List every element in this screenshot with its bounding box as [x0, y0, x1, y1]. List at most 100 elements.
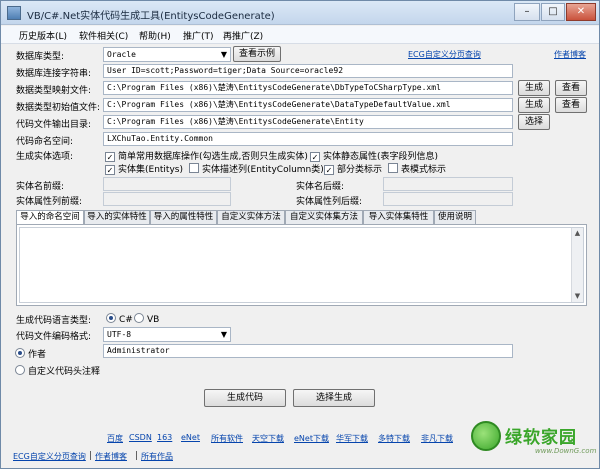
view-example-button[interactable]: 查看示例 [233, 46, 281, 62]
footer-link-feifan-download[interactable]: 非凡下载 [421, 433, 453, 444]
footer-link-sky-download[interactable]: 天空下载 [252, 433, 284, 444]
db-type-select[interactable]: Oracle ▼ [103, 47, 231, 62]
prop-prefix-input[interactable] [103, 192, 231, 206]
tab-panel: ▲ ▼ [16, 224, 587, 306]
menu-bar: 历史版本(L) 软件相关(C) 帮助(H) 推广(T) 再推广(Z) [1, 26, 599, 44]
checkbox-checked-icon: ✓ [105, 152, 115, 162]
encoding-value: UTF-8 [107, 330, 132, 339]
conn-string-label: 数据库连接字符串: [16, 69, 92, 79]
footer-link-huajun-download[interactable]: 华军下载 [336, 433, 368, 444]
close-button[interactable]: ✕ [566, 3, 596, 21]
scroll-up-icon[interactable]: ▲ [572, 228, 583, 239]
status-separator: | [89, 451, 93, 461]
window-title: VB/C#.Net实体代码生成工具(EntitysCodeGenerate) [27, 11, 275, 22]
checkbox-unchecked-icon [388, 163, 398, 173]
option-entity-column[interactable]: 实体描述列(EntityColumn类) [189, 162, 324, 175]
footer-link-all-software[interactable]: 所有软件 [211, 433, 243, 444]
app-icon [7, 6, 21, 20]
radio-selected-icon [15, 348, 25, 358]
status-link-ecg[interactable]: ECG自定义分页查询 [13, 451, 86, 462]
tab-imported-namespaces[interactable]: 导入的命名空间 [16, 210, 84, 225]
entity-suffix-input[interactable] [383, 177, 513, 191]
minimize-button[interactable]: – [514, 3, 540, 21]
watermark: 绿软家园 www.DownG.com [471, 419, 596, 459]
tab-imported-prop-attrs[interactable]: 导入的属性特性 [150, 210, 217, 224]
custom-header-radio[interactable]: 自定义代码头注释 [15, 364, 100, 377]
author-blog-link[interactable]: 作者博客 [554, 49, 586, 60]
scroll-down-icon[interactable]: ▼ [572, 291, 583, 302]
entity-suffix-label: 实体名后缀: [296, 182, 345, 192]
status-link-all-works[interactable]: 所有作品 [141, 451, 173, 462]
namespace-label: 代码命名空间: [16, 137, 74, 147]
output-dir-select-button[interactable]: 选择 [518, 114, 550, 130]
init-value-generate-button[interactable]: 生成 [518, 97, 550, 113]
author-radio[interactable]: 作者 [15, 347, 46, 360]
tab-custom-entity-methods[interactable]: 自定义实体方法 [217, 210, 285, 224]
checkbox-unchecked-icon [189, 163, 199, 173]
tab-imported-entity-attrs[interactable]: 导入的实体特性 [84, 210, 150, 224]
option-partial-class[interactable]: ✓ 部分类标示 [324, 162, 382, 175]
db-type-label: 数据库类型: [16, 52, 65, 62]
menu-promote[interactable]: 推广(T) [183, 29, 214, 42]
namespaces-textarea[interactable]: ▲ ▼ [19, 227, 584, 303]
options-label: 生成实体选项: [16, 152, 74, 162]
radio-unselected-icon [15, 365, 25, 375]
lang-csharp-radio[interactable]: C# [106, 313, 133, 325]
conn-string-input[interactable]: User ID=scott;Password=tiger;Data Source… [103, 64, 513, 78]
menu-software[interactable]: 软件相关(C) [79, 29, 128, 42]
option-entitys[interactable]: ✓ 实体集(Entitys) [105, 162, 183, 175]
status-separator: | [135, 451, 139, 461]
menu-help[interactable]: 帮助(H) [139, 29, 171, 42]
tab-usage[interactable]: 使用说明 [434, 210, 476, 224]
maximize-button[interactable]: □ [541, 3, 565, 21]
init-value-input[interactable]: C:\Program Files (x86)\楚涛\EntitysCodeGen… [103, 98, 513, 112]
lang-label: 生成代码语言类型: [16, 316, 92, 326]
footer-link-enet[interactable]: eNet [181, 433, 200, 442]
footer-link-enet-download[interactable]: eNet下载 [294, 433, 329, 444]
output-dir-label: 代码文件输出目录: [16, 120, 92, 130]
init-value-view-button[interactable]: 查看 [555, 97, 587, 113]
radio-unselected-icon [134, 313, 144, 323]
select-generate-button[interactable]: 选择生成 [293, 389, 375, 407]
menu-promote-again[interactable]: 再推广(Z) [223, 29, 263, 42]
status-link-author-blog[interactable]: 作者博客 [95, 451, 127, 462]
chevron-down-icon: ▼ [220, 330, 227, 339]
footer-link-baidu[interactable]: 百度 [107, 433, 123, 444]
watermark-brand: 绿软家园 [505, 428, 577, 448]
footer-link-duote-download[interactable]: 多特下载 [378, 433, 410, 444]
entity-prefix-input[interactable] [103, 177, 231, 191]
watermark-logo-icon [471, 421, 501, 451]
namespace-input[interactable]: LXChuTao.Entity.Common [103, 132, 513, 146]
tab-custom-entitys-methods[interactable]: 自定义实体集方法 [285, 210, 363, 224]
init-value-label: 数据类型初始值文件: [16, 103, 101, 113]
output-dir-input[interactable]: C:\Program Files (x86)\楚涛\EntitysCodeGen… [103, 115, 513, 129]
type-map-generate-button[interactable]: 生成 [518, 80, 550, 96]
tab-imported-entitys-attrs[interactable]: 导入实体集特性 [363, 210, 434, 224]
type-map-input[interactable]: C:\Program Files (x86)\楚涛\EntitysCodeGen… [103, 81, 513, 95]
ecg-paging-link[interactable]: ECG自定义分页查询 [408, 49, 481, 60]
footer-link-163[interactable]: 163 [157, 433, 172, 442]
prop-prefix-label: 实体属性列前缀: [16, 197, 83, 207]
generate-code-button[interactable]: 生成代码 [204, 389, 286, 407]
lang-vb-radio[interactable]: VB [134, 313, 159, 325]
footer-link-csdn[interactable]: CSDN [129, 433, 152, 442]
app-window: VB/C#.Net实体代码生成工具(EntitysCodeGenerate) –… [0, 0, 600, 469]
menu-history[interactable]: 历史版本(L) [19, 29, 67, 42]
vertical-scrollbar[interactable]: ▲ ▼ [571, 228, 583, 302]
chevron-down-icon: ▼ [220, 50, 227, 59]
title-bar: VB/C#.Net实体代码生成工具(EntitysCodeGenerate) –… [1, 1, 599, 25]
option-table-schema[interactable]: 表模式标示 [388, 162, 446, 175]
prop-suffix-input[interactable] [383, 192, 513, 206]
author-input[interactable]: Administrator [103, 344, 513, 358]
prop-suffix-label: 实体属性列后缀: [296, 197, 363, 207]
checkbox-checked-icon: ✓ [324, 165, 334, 175]
option-static-props[interactable]: ✓ 实体静态属性(表字段列信息) [310, 149, 438, 162]
checkbox-checked-icon: ✓ [105, 165, 115, 175]
encoding-select[interactable]: UTF-8 ▼ [103, 327, 231, 342]
option-simple-db-ops[interactable]: ✓ 简单常用数据库操作(勾选生成,否则只生成实体) [105, 149, 308, 162]
type-map-label: 数据类型映射文件: [16, 86, 92, 96]
encoding-label: 代码文件编码格式: [16, 332, 92, 342]
type-map-view-button[interactable]: 查看 [555, 80, 587, 96]
db-type-value: Oracle [107, 50, 136, 59]
watermark-url: www.DownG.com [535, 447, 597, 455]
